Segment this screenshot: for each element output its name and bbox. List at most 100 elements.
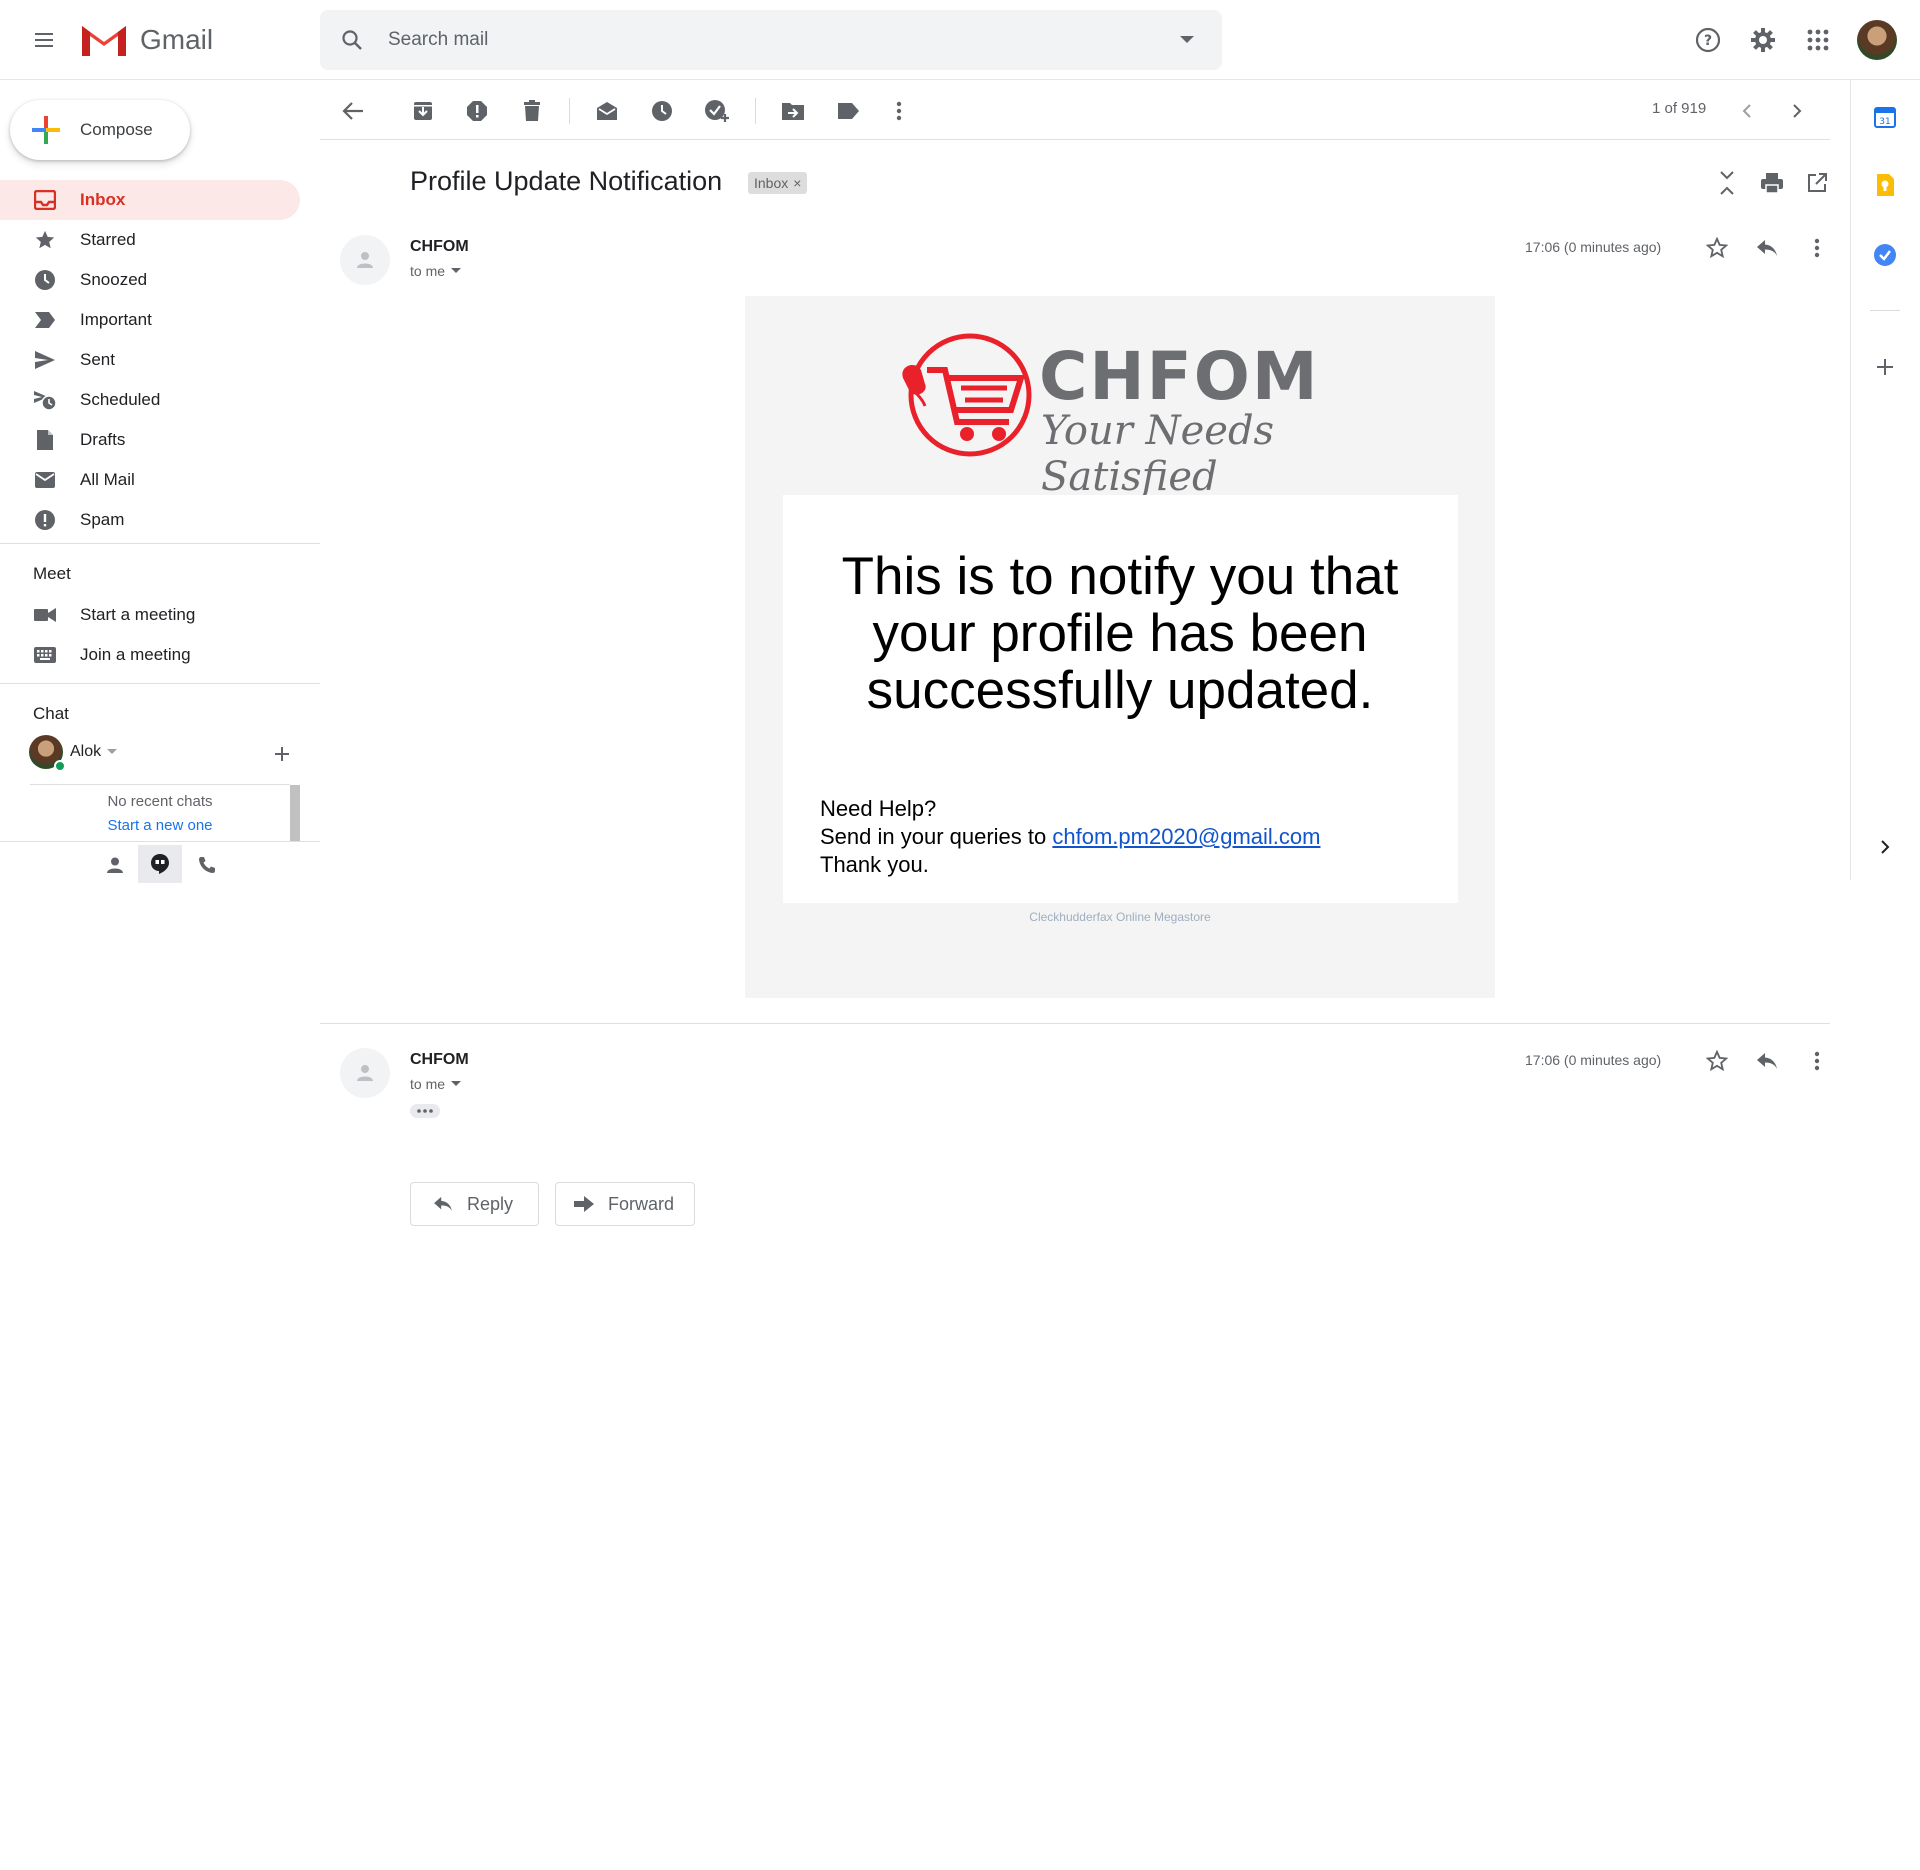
recipient-details[interactable]: to me bbox=[410, 263, 462, 279]
email-subject: Profile Update Notification bbox=[410, 166, 723, 196]
compose-plus-icon bbox=[32, 116, 60, 144]
sender-avatar[interactable] bbox=[340, 1048, 390, 1098]
thanks-text: Thank you. bbox=[820, 852, 929, 877]
more-vert-icon[interactable] bbox=[883, 95, 915, 127]
search-icon[interactable] bbox=[340, 28, 364, 52]
star-icon[interactable] bbox=[1702, 1046, 1732, 1076]
reply-label: Reply bbox=[467, 1193, 514, 1214]
older-chevron-icon[interactable] bbox=[1781, 95, 1813, 127]
chat-scrollbar[interactable] bbox=[290, 785, 300, 841]
recipient-details[interactable]: to me bbox=[410, 1076, 462, 1092]
move-to-icon[interactable] bbox=[777, 95, 809, 127]
newer-chevron-icon[interactable] bbox=[1731, 95, 1763, 127]
sidebar-item-label: Starred bbox=[80, 230, 136, 249]
chat-divider bbox=[30, 784, 290, 785]
add-to-tasks-icon[interactable] bbox=[701, 95, 733, 127]
forward-button[interactable]: Forward bbox=[555, 1182, 695, 1226]
help-prefix: Send in your queries to bbox=[820, 824, 1053, 849]
label-icon[interactable] bbox=[832, 95, 864, 127]
help-icon[interactable]: ? bbox=[1688, 20, 1728, 60]
mail-icon bbox=[33, 468, 57, 492]
scheduled-icon bbox=[33, 388, 57, 412]
hangouts-icon[interactable] bbox=[138, 845, 182, 883]
show-trimmed-content-icon[interactable] bbox=[410, 1104, 440, 1118]
phone-icon[interactable] bbox=[192, 850, 222, 880]
draft-icon bbox=[33, 428, 57, 452]
snooze-clock-icon[interactable] bbox=[646, 95, 678, 127]
add-addon-plus-icon[interactable] bbox=[1870, 352, 1900, 382]
back-arrow-icon[interactable] bbox=[337, 95, 369, 127]
spam-icon bbox=[33, 508, 57, 532]
chevron-down-icon bbox=[107, 749, 118, 754]
star-icon[interactable] bbox=[1702, 233, 1732, 263]
account-avatar[interactable] bbox=[1857, 20, 1897, 60]
inbox-label-chip[interactable]: Inbox × bbox=[748, 172, 808, 194]
star-icon bbox=[33, 228, 57, 252]
join-meeting-label: Join a meeting bbox=[80, 645, 191, 664]
delete-icon[interactable] bbox=[516, 95, 548, 127]
sidebar-item-drafts[interactable]: Drafts bbox=[0, 420, 300, 460]
reply-icon bbox=[434, 1196, 452, 1212]
start-new-chat-link[interactable]: Start a new one bbox=[30, 817, 290, 834]
message-time: 17:06 (0 minutes ago) bbox=[1525, 239, 1662, 255]
keep-icon[interactable] bbox=[1870, 170, 1900, 200]
tasks-icon[interactable] bbox=[1870, 240, 1900, 270]
sidebar-item-inbox[interactable]: Inbox bbox=[0, 180, 300, 220]
sidebar-item-scheduled[interactable]: Scheduled bbox=[0, 380, 300, 420]
remove-label-icon[interactable]: × bbox=[793, 175, 801, 191]
paging-count: 1 of 919 bbox=[1652, 100, 1707, 117]
send-icon bbox=[33, 348, 57, 372]
sidebar-item-starred[interactable]: Starred bbox=[0, 220, 300, 260]
compose-label: Compose bbox=[80, 120, 153, 139]
show-side-panel-chevron-icon[interactable] bbox=[1870, 832, 1900, 862]
no-recent-chats: No recent chats bbox=[107, 793, 213, 810]
mark-unread-icon[interactable] bbox=[591, 95, 623, 127]
search-options-icon[interactable] bbox=[1180, 36, 1194, 44]
report-spam-icon[interactable] bbox=[461, 95, 493, 127]
sidebar-item-spam[interactable]: Spam bbox=[0, 500, 300, 540]
forward-label: Forward bbox=[608, 1193, 675, 1214]
join-meeting-item[interactable]: Join a meeting bbox=[0, 635, 300, 675]
search-bar[interactable]: Search mail bbox=[320, 10, 1222, 70]
calendar-icon[interactable]: 31 bbox=[1870, 102, 1900, 132]
reply-button[interactable]: Reply bbox=[410, 1182, 539, 1226]
sidebar-item-label: All Mail bbox=[80, 470, 135, 489]
chat-user-menu[interactable]: Alok bbox=[70, 743, 118, 761]
message-more-icon[interactable] bbox=[1802, 233, 1832, 263]
message-divider bbox=[320, 1023, 1830, 1024]
reply-icon[interactable] bbox=[1752, 233, 1782, 263]
apps-icon[interactable] bbox=[1798, 20, 1838, 60]
settings-icon[interactable] bbox=[1743, 20, 1783, 60]
collapse-all-icon[interactable] bbox=[1712, 168, 1742, 198]
print-icon[interactable] bbox=[1757, 168, 1787, 198]
start-meeting-item[interactable]: Start a meeting bbox=[0, 595, 300, 635]
toolbar-bottom-divider bbox=[320, 139, 1830, 140]
sidebar-item-label: Sent bbox=[80, 350, 115, 369]
menu-icon[interactable] bbox=[24, 20, 64, 60]
sidebar-item-all-mail[interactable]: All Mail bbox=[0, 460, 300, 500]
chevron-down-icon bbox=[451, 268, 462, 273]
sidebar-item-snoozed[interactable]: Snoozed bbox=[0, 260, 300, 300]
svg-text:31: 31 bbox=[1879, 117, 1890, 127]
notification-headline: This is to notify you that your profile … bbox=[841, 547, 1399, 720]
archive-icon[interactable] bbox=[407, 95, 439, 127]
open-in-new-window-icon[interactable] bbox=[1802, 168, 1832, 198]
message-more-icon[interactable] bbox=[1802, 1046, 1832, 1076]
sender-name[interactable]: CHFOM bbox=[410, 238, 469, 256]
reply-icon[interactable] bbox=[1752, 1046, 1782, 1076]
compose-button[interactable]: Compose bbox=[10, 100, 190, 160]
inbox-icon bbox=[33, 188, 57, 212]
gmail-logo[interactable]: Gmail bbox=[80, 18, 213, 62]
svg-text:?: ? bbox=[1704, 33, 1712, 49]
sidebar-item-important[interactable]: Important bbox=[0, 300, 300, 340]
recipient-text: to me bbox=[410, 1076, 446, 1092]
search-input[interactable]: Search mail bbox=[388, 29, 1180, 51]
sender-avatar[interactable] bbox=[340, 235, 390, 285]
help-email-link[interactable]: chfom.pm2020@gmail.com bbox=[1052, 824, 1320, 849]
sidebar-item-sent[interactable]: Sent bbox=[0, 340, 300, 380]
keyboard-icon bbox=[33, 643, 57, 667]
toolbar-divider bbox=[755, 98, 756, 124]
new-chat-plus-icon[interactable] bbox=[270, 742, 294, 766]
sender-name[interactable]: CHFOM bbox=[410, 1051, 469, 1069]
contacts-icon[interactable] bbox=[100, 850, 130, 880]
